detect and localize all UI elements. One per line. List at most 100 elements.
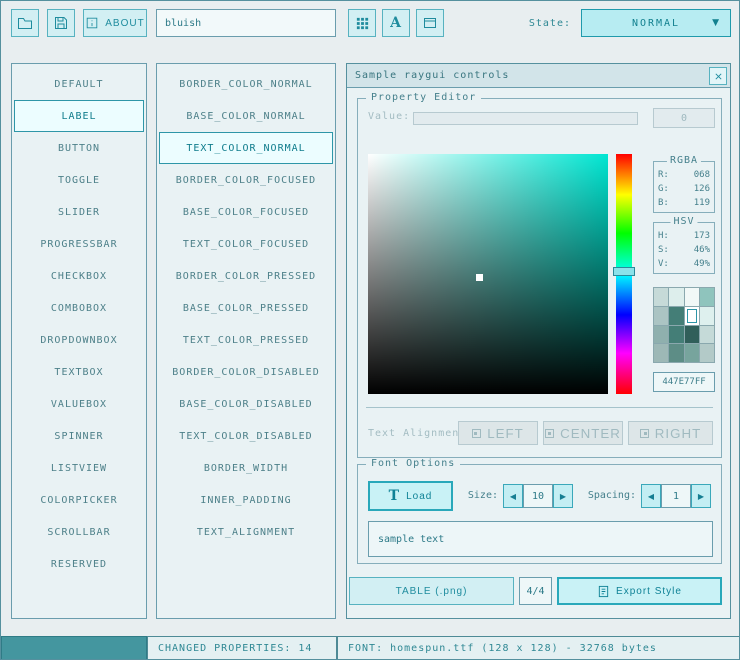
list-item-default[interactable]: DEFAULT <box>14 68 144 100</box>
color-swatch-15[interactable] <box>700 344 714 362</box>
font-options-title: Font Options <box>366 458 460 469</box>
list-item-text-color-focused[interactable]: TEXT_COLOR_FOCUSED <box>159 228 333 260</box>
list-item-slider[interactable]: SLIDER <box>14 196 144 228</box>
size-value[interactable]: 10 <box>523 484 553 508</box>
hsv-title: HSV <box>670 216 697 227</box>
list-item-dropdownbox[interactable]: DROPDOWNBOX <box>14 324 144 356</box>
list-item-reserved[interactable]: RESERVED <box>14 548 144 580</box>
list-item-valuebox[interactable]: VALUEBOX <box>14 388 144 420</box>
grid-icon <box>355 16 370 31</box>
list-item-border-color-pressed[interactable]: BORDER_COLOR_PRESSED <box>159 260 333 292</box>
hue-slider-marker[interactable] <box>613 267 635 276</box>
list-item-text-alignment[interactable]: TEXT_ALIGNMENT <box>159 516 333 548</box>
align-center-button[interactable]: CENTER <box>543 421 623 445</box>
color-swatch-8[interactable] <box>654 326 668 344</box>
hsv-s-value: 46% <box>694 244 710 257</box>
list-item-listview[interactable]: LISTVIEW <box>14 452 144 484</box>
list-item-progressbar[interactable]: PROGRESSBAR <box>14 228 144 260</box>
load-button[interactable]: T Load <box>368 481 453 511</box>
list-item-base-color-normal[interactable]: BASE_COLOR_NORMAL <box>159 100 333 132</box>
align-left-button[interactable]: LEFT <box>458 421 538 445</box>
color-swatch-5[interactable] <box>669 307 683 325</box>
value-box[interactable]: 0 <box>653 108 715 128</box>
list-item-toggle[interactable]: TOGGLE <box>14 164 144 196</box>
window-close-button[interactable] <box>709 67 727 85</box>
size-decrement[interactable]: ◀ <box>503 484 523 508</box>
color-panel-cursor[interactable] <box>476 274 483 281</box>
color-panel[interactable] <box>368 154 608 394</box>
table-export-button[interactable]: TABLE (.png) <box>349 577 514 605</box>
list-item-combobox[interactable]: COMBOBOX <box>14 292 144 324</box>
color-swatch-0[interactable] <box>654 288 668 306</box>
align-center-icon <box>545 429 554 438</box>
rgba-b-value: 119 <box>694 197 710 210</box>
color-swatch-14[interactable] <box>685 344 699 362</box>
sample-window-titlebar[interactable]: Sample raygui controls <box>347 64 730 88</box>
value-slider[interactable] <box>413 112 638 125</box>
list-item-textbox[interactable]: TEXTBOX <box>14 356 144 388</box>
color-swatch-3[interactable] <box>700 288 714 306</box>
list-item-border-width[interactable]: BORDER_WIDTH <box>159 452 333 484</box>
window-icon <box>422 15 438 31</box>
property-editor-title: Property Editor <box>366 92 481 103</box>
rgba-g-row: G: 126 <box>658 183 710 196</box>
hsv-h-value: 173 <box>694 230 710 243</box>
rgba-r-row: R: 068 <box>658 169 710 182</box>
list-item-base-color-pressed[interactable]: BASE_COLOR_PRESSED <box>159 292 333 324</box>
export-icon <box>597 585 610 598</box>
load-button-label: Load <box>406 491 432 502</box>
status-empty <box>1 636 147 660</box>
style-name-input[interactable] <box>156 9 336 37</box>
font-view-button[interactable]: A <box>382 9 410 37</box>
size-increment[interactable]: ▶ <box>553 484 573 508</box>
export-counter: 4/4 <box>519 577 552 605</box>
rgba-b-label: B: <box>658 197 669 210</box>
hue-bar[interactable] <box>616 154 632 394</box>
save-button[interactable] <box>47 9 75 37</box>
dropdown-arrow-icon: ▼ <box>712 18 721 28</box>
table-export-label: TABLE (.png) <box>396 586 468 597</box>
spacing-increment[interactable]: ▶ <box>691 484 711 508</box>
list-item-button[interactable]: BUTTON <box>14 132 144 164</box>
color-swatch-4[interactable] <box>654 307 668 325</box>
export-style-label: Export Style <box>616 586 682 597</box>
rgba-g-label: G: <box>658 183 669 196</box>
sample-textbox[interactable]: sample text <box>368 521 713 557</box>
list-item-text-color-normal[interactable]: TEXT_COLOR_NORMAL <box>159 132 333 164</box>
list-item-scrollbar[interactable]: SCROLLBAR <box>14 516 144 548</box>
list-item-spinner[interactable]: SPINNER <box>14 420 144 452</box>
open-button[interactable] <box>11 9 39 37</box>
state-dropdown[interactable]: NORMAL ▼ <box>581 9 731 37</box>
list-item-border-color-normal[interactable]: BORDER_COLOR_NORMAL <box>159 68 333 100</box>
spacing-value[interactable]: 1 <box>661 484 691 508</box>
list-item-border-color-disabled[interactable]: BORDER_COLOR_DISABLED <box>159 356 333 388</box>
color-swatch-9[interactable] <box>669 326 683 344</box>
color-swatch-10[interactable] <box>685 326 699 344</box>
info-icon <box>85 16 99 30</box>
grid-view-button[interactable] <box>348 9 376 37</box>
color-swatch-12[interactable] <box>654 344 668 362</box>
list-item-text-color-pressed[interactable]: TEXT_COLOR_PRESSED <box>159 324 333 356</box>
color-swatch-13[interactable] <box>669 344 683 362</box>
list-item-checkbox[interactable]: CHECKBOX <box>14 260 144 292</box>
color-swatch-7[interactable] <box>700 307 714 325</box>
window-view-button[interactable] <box>416 9 444 37</box>
hex-value-box[interactable]: 447E77FF <box>653 372 715 392</box>
color-swatch-6[interactable] <box>685 307 699 325</box>
align-left-label: LEFT <box>487 426 524 441</box>
list-item-base-color-disabled[interactable]: BASE_COLOR_DISABLED <box>159 388 333 420</box>
export-style-button[interactable]: Export Style <box>557 577 722 605</box>
list-item-inner-padding[interactable]: INNER_PADDING <box>159 484 333 516</box>
state-label: State: <box>461 9 571 37</box>
list-item-text-color-disabled[interactable]: TEXT_COLOR_DISABLED <box>159 420 333 452</box>
list-item-colorpicker[interactable]: COLORPICKER <box>14 484 144 516</box>
about-button[interactable]: ABOUT <box>83 9 147 37</box>
list-item-base-color-focused[interactable]: BASE_COLOR_FOCUSED <box>159 196 333 228</box>
color-swatch-2[interactable] <box>685 288 699 306</box>
list-item-label[interactable]: LABEL <box>14 100 144 132</box>
color-swatch-1[interactable] <box>669 288 683 306</box>
align-right-button[interactable]: RIGHT <box>628 421 713 445</box>
spacing-decrement[interactable]: ◀ <box>641 484 661 508</box>
list-item-border-color-focused[interactable]: BORDER_COLOR_FOCUSED <box>159 164 333 196</box>
color-swatch-11[interactable] <box>700 326 714 344</box>
